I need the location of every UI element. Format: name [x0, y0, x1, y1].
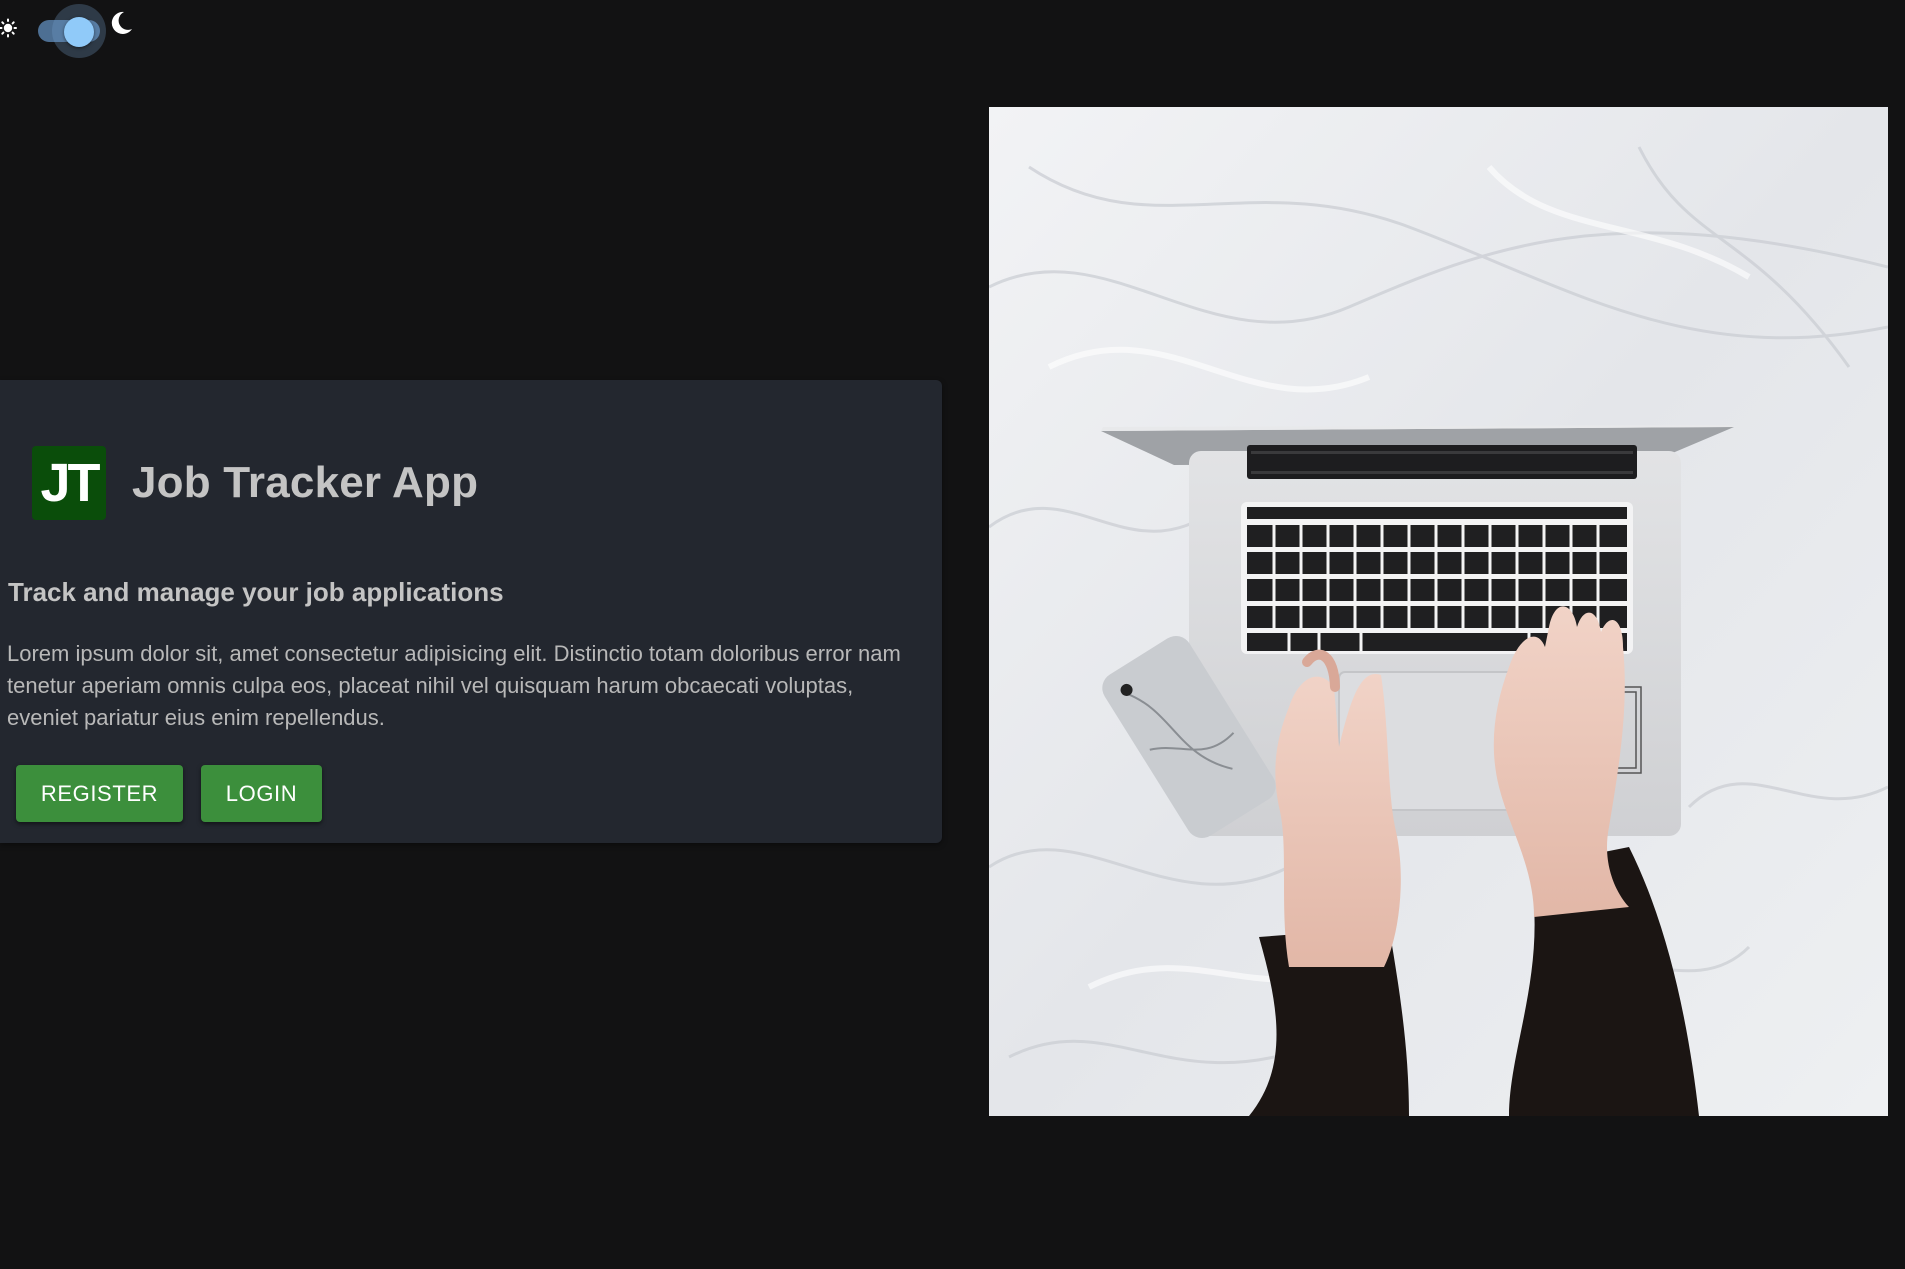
- logo-text: JT: [40, 453, 100, 513]
- toggle-thumb[interactable]: [64, 17, 94, 47]
- logo: JT: [32, 446, 106, 520]
- register-button[interactable]: REGISTER: [16, 765, 183, 822]
- moon-icon: [111, 11, 132, 34]
- laptop-photo: [989, 107, 1888, 1116]
- description: Lorem ipsum dolor sit, amet consectetur …: [7, 641, 901, 730]
- sun-icon: [0, 18, 17, 38]
- theme-toggle[interactable]: [0, 4, 140, 58]
- login-button[interactable]: LOGIN: [201, 765, 322, 822]
- brand: JT Job Tracker App: [32, 446, 478, 520]
- app-title: Job Tracker App: [132, 458, 479, 507]
- intro-card: JT Job Tracker App Track and manage your…: [0, 380, 942, 843]
- hero-image: [989, 107, 1888, 1116]
- tagline: Track and manage your job applications: [8, 577, 504, 607]
